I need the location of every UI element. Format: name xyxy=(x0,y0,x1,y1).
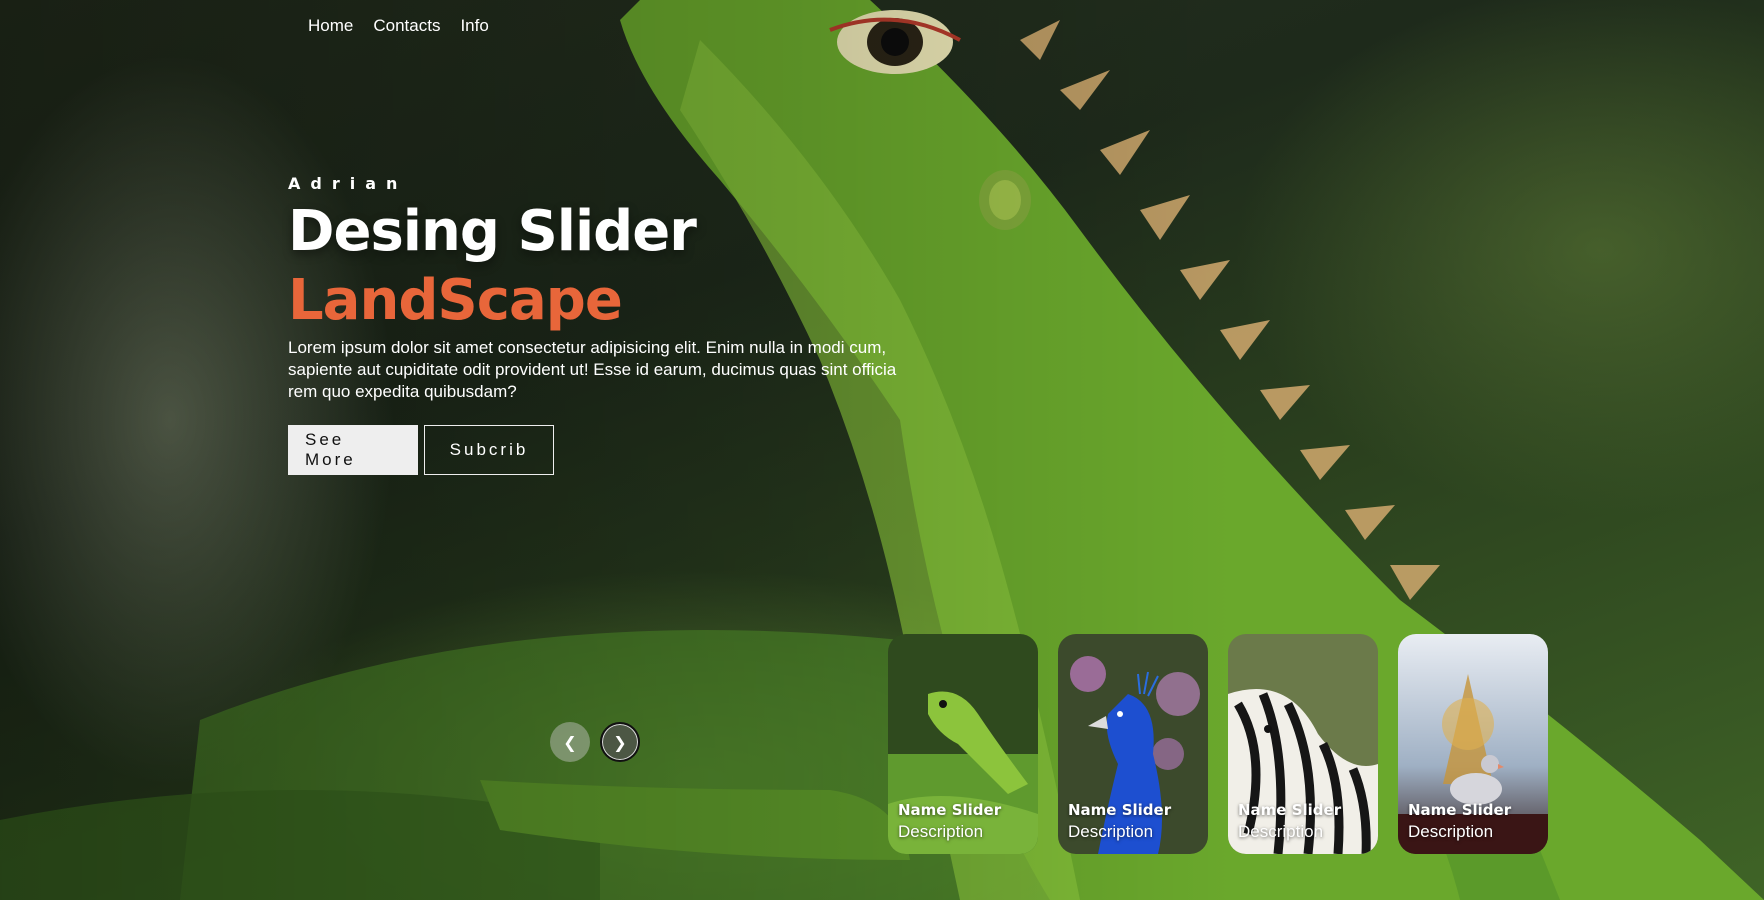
see-more-button[interactable]: See More xyxy=(288,425,418,475)
hero-author: Adrian xyxy=(288,174,408,193)
subscribe-button[interactable]: Subcrib xyxy=(424,425,554,475)
slider-arrows: ❮ ❯ xyxy=(550,722,640,762)
thumbnail-description: Description xyxy=(898,822,984,841)
thumbnail-item[interactable]: Name Slider Description xyxy=(1228,634,1378,854)
thumbnail-item[interactable]: Name Slider Description xyxy=(1398,634,1548,854)
thumbnail-info: Name Slider Description xyxy=(1408,800,1542,844)
nav-contacts-link[interactable]: Contacts xyxy=(373,16,440,36)
chevron-right-icon: ❯ xyxy=(613,732,627,752)
thumbnail-description: Description xyxy=(1068,822,1154,841)
nav-home-link[interactable]: Home xyxy=(308,16,353,36)
hero-topic: LandScape xyxy=(288,268,623,333)
thumbnail-info: Name Slider Description xyxy=(1238,800,1372,844)
thumbnail-info: Name Slider Description xyxy=(898,800,1032,844)
thumbnail-info: Name Slider Description xyxy=(1068,800,1202,844)
thumbnail-strip: Name Slider Description Name Slider Desc… xyxy=(888,634,1548,854)
nav-info-link[interactable]: Info xyxy=(460,16,488,36)
thumbnail-name: Name Slider xyxy=(1068,801,1172,819)
hero-title: Desing Slider xyxy=(288,199,697,264)
hero-buttons: See More Subcrib xyxy=(288,425,908,475)
thumbnail-name: Name Slider xyxy=(1408,801,1512,819)
thumbnail-name: Name Slider xyxy=(1238,801,1342,819)
thumbnail-name: Name Slider xyxy=(898,801,1002,819)
prev-slide-button[interactable]: ❮ xyxy=(550,722,590,762)
chevron-left-icon: ❮ xyxy=(563,732,577,752)
thumbnail-item[interactable]: Name Slider Description xyxy=(1058,634,1208,854)
next-slide-button[interactable]: ❯ xyxy=(600,722,640,762)
hero-description: Lorem ipsum dolor sit amet consectetur a… xyxy=(288,338,897,401)
top-nav: Home Contacts Info xyxy=(308,16,489,36)
thumbnail-item[interactable]: Name Slider Description xyxy=(888,634,1038,854)
thumbnail-description: Description xyxy=(1408,822,1494,841)
hero-content: Adrian Desing Slider LandScape Lorem ips… xyxy=(288,174,908,475)
thumbnail-description: Description xyxy=(1238,822,1324,841)
